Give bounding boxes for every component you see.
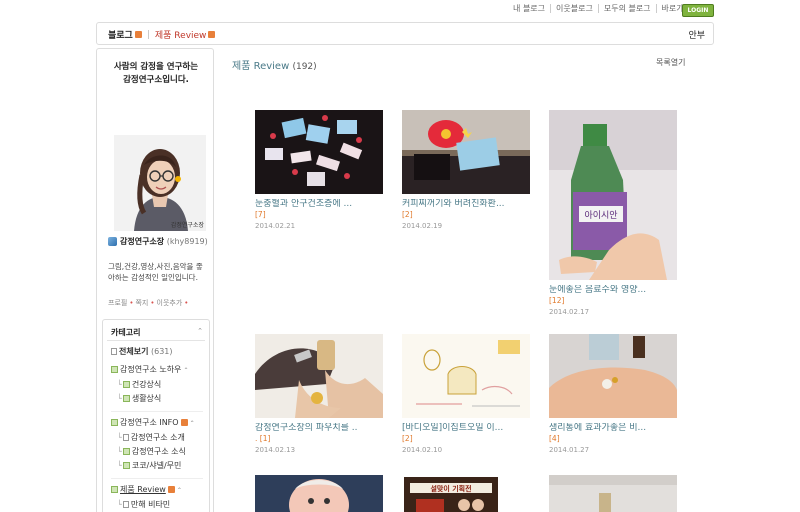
post-card[interactable]: 설맞이 기획전 (402, 475, 532, 512)
post-card[interactable]: 감정연구소장의 파우치를 .. . [1] 2014.02.13 (255, 334, 385, 456)
poster-text: 설맞이 기획전 (430, 484, 471, 493)
post-card[interactable] (549, 475, 679, 512)
message-link[interactable]: 쪽지 (135, 299, 148, 307)
post-date: 2014.02.13 (255, 446, 296, 454)
new-badge-icon (134, 31, 142, 38)
list-open-button[interactable]: 목록열기 (656, 57, 685, 68)
category-panel: 카테고리 ⌃ 전체보기 (631) 감정연구소 노하우 ⌃ └ 건강상식 └ 생활상식… (102, 319, 210, 512)
post-thumbnail[interactable] (255, 475, 383, 512)
blog-header-bar: 블로그 | 제품 Review 안부 (96, 22, 714, 45)
folder-icon (111, 486, 118, 493)
folder-icon (122, 381, 130, 388)
category-group-info[interactable]: 감정연구소 INFO ⌃ (111, 417, 195, 428)
login-button[interactable]: LOGIN (682, 4, 714, 17)
comment-count[interactable]: [7] (255, 210, 385, 220)
comment-count[interactable]: [12] (549, 296, 679, 306)
category-health[interactable]: └ 건강상식 (117, 379, 161, 390)
post-thumbnail[interactable] (402, 110, 530, 194)
post-title[interactable]: [바디오일]이집트오일 이... (402, 423, 532, 434)
post-date: 2014.02.19 (402, 222, 443, 230)
profile-link[interactable]: 프로필 (108, 299, 127, 307)
category-life[interactable]: └ 생활상식 (117, 393, 161, 404)
folder-icon (122, 395, 130, 402)
category-group-knowhow[interactable]: 감정연구소 노하우 ⌃ (111, 364, 188, 375)
post-thumbnail[interactable] (549, 475, 677, 512)
collapse-icon[interactable]: ⌃ (197, 327, 203, 335)
everyone-blog-link[interactable]: 모두의 블로그 (597, 4, 656, 13)
category-all[interactable]: 전체보기 (631) (111, 346, 173, 357)
blog-tab[interactable]: 블로그 (108, 28, 133, 41)
category-coco[interactable]: └ 코코/샤넬/무민 (117, 460, 181, 471)
collapse-icon: ⌃ (183, 367, 189, 374)
category-tab[interactable]: 제품 Review (155, 28, 207, 41)
category-heading: 카테고리 (111, 328, 141, 337)
category-vitamin[interactable]: └ 만해 비타민 (117, 499, 170, 510)
profile-nickname[interactable]: 감정연구소장 (khy8919) (108, 236, 208, 247)
profile-avatar[interactable]: 감정연구소장 (114, 135, 206, 231)
folder-icon (111, 419, 118, 426)
post-thumbnail[interactable] (255, 110, 383, 194)
post-card[interactable]: [바디오일]이집트오일 이... [2] 2014.02.10 (402, 334, 532, 456)
folder-icon (122, 462, 130, 469)
content-title: 제품 Review (192) (232, 61, 317, 72)
post-card[interactable]: 눈충혈과 안구건조증에 ... [7] 2014.02.21 (255, 110, 385, 232)
post-card[interactable]: 생리통에 효과가좋은 비... [4] 2014.01.27 (549, 334, 679, 456)
comment-count[interactable]: [2] (402, 434, 532, 444)
comment-count[interactable]: [2] (402, 210, 532, 220)
post-date: 2014.01.27 (549, 446, 590, 454)
post-title[interactable]: 눈충혈과 안구건조증에 ... (255, 199, 385, 210)
collapse-icon: ⌃ (176, 487, 182, 494)
guestbook-link[interactable]: 안부 (688, 28, 705, 41)
post-thumbnail[interactable] (549, 334, 677, 418)
post-date: 2014.02.10 (402, 446, 443, 454)
post-title[interactable]: 감정연구소장의 파우치를 .. (255, 423, 385, 434)
category-news[interactable]: └ 감정연구소 소식 (117, 446, 186, 457)
avatar-caption: 감정연구소장 (170, 222, 204, 229)
new-badge-icon (180, 419, 188, 426)
post-title[interactable]: 생리통에 효과가좋은 비... (549, 423, 679, 434)
post-title[interactable]: 커피찌꺼기와 버려진화환... (402, 199, 532, 210)
folder-icon (111, 366, 118, 373)
post-date: 2014.02.21 (255, 222, 296, 230)
bottle-label: 아이시안 (584, 210, 617, 221)
new-badge-icon (208, 31, 216, 38)
folder-icon (122, 448, 130, 455)
breadcrumb: 블로그 | 제품 Review (108, 28, 216, 41)
profile-intro: 그림,건강,영상,사진,음악을 좋아하는 감성적인 일인입니다. (108, 262, 203, 282)
user-icon (108, 237, 117, 246)
comment-count[interactable]: . [1] (255, 434, 385, 444)
category-intro[interactable]: └ 감정연구소 소개 (117, 432, 185, 443)
page-icon (111, 348, 117, 355)
sidebar: 사람의 감정을 연구하는 감정연구소입니다. 감정연구소장 감정연구소장 (kh… (96, 48, 214, 512)
post-thumbnail[interactable]: 아이시안 (549, 110, 677, 280)
category-group-review[interactable]: 제품 Review ⌃ (111, 484, 182, 495)
post-thumbnail[interactable] (255, 334, 383, 418)
post-thumbnail[interactable]: 설맞이 기획전 (402, 475, 530, 512)
top-utility-nav: 내 블로그 이웃블로그 모두의 블로그 바로가기▾ (508, 4, 706, 13)
my-blog-link[interactable]: 내 블로그 (508, 4, 550, 13)
profile-links: 프로필 • 쪽지 • 이웃추가 • (108, 299, 189, 307)
collapse-icon: ⌃ (189, 420, 195, 427)
post-thumbnail[interactable] (402, 334, 530, 418)
blog-title: 사람의 감정을 연구하는 감정연구소입니다. (113, 62, 199, 85)
post-title[interactable]: 눈에좋은 음료수와 영양... (549, 285, 679, 296)
page-icon (122, 434, 129, 441)
neighbor-blog-link[interactable]: 이웃블로그 (550, 4, 598, 13)
post-date: 2014.02.17 (549, 308, 590, 316)
add-neighbor-link[interactable]: 이웃추가 (157, 299, 183, 307)
new-badge-icon (167, 486, 175, 493)
page-icon (122, 501, 129, 508)
post-card[interactable]: 아이시안 눈에좋은 음료수와 영양... [12] 2014.02.17 (549, 110, 679, 318)
post-card[interactable]: 커피찌꺼기와 버려진화환... [2] 2014.02.19 (402, 110, 532, 232)
comment-count[interactable]: [4] (549, 434, 679, 444)
post-card[interactable] (255, 475, 385, 512)
